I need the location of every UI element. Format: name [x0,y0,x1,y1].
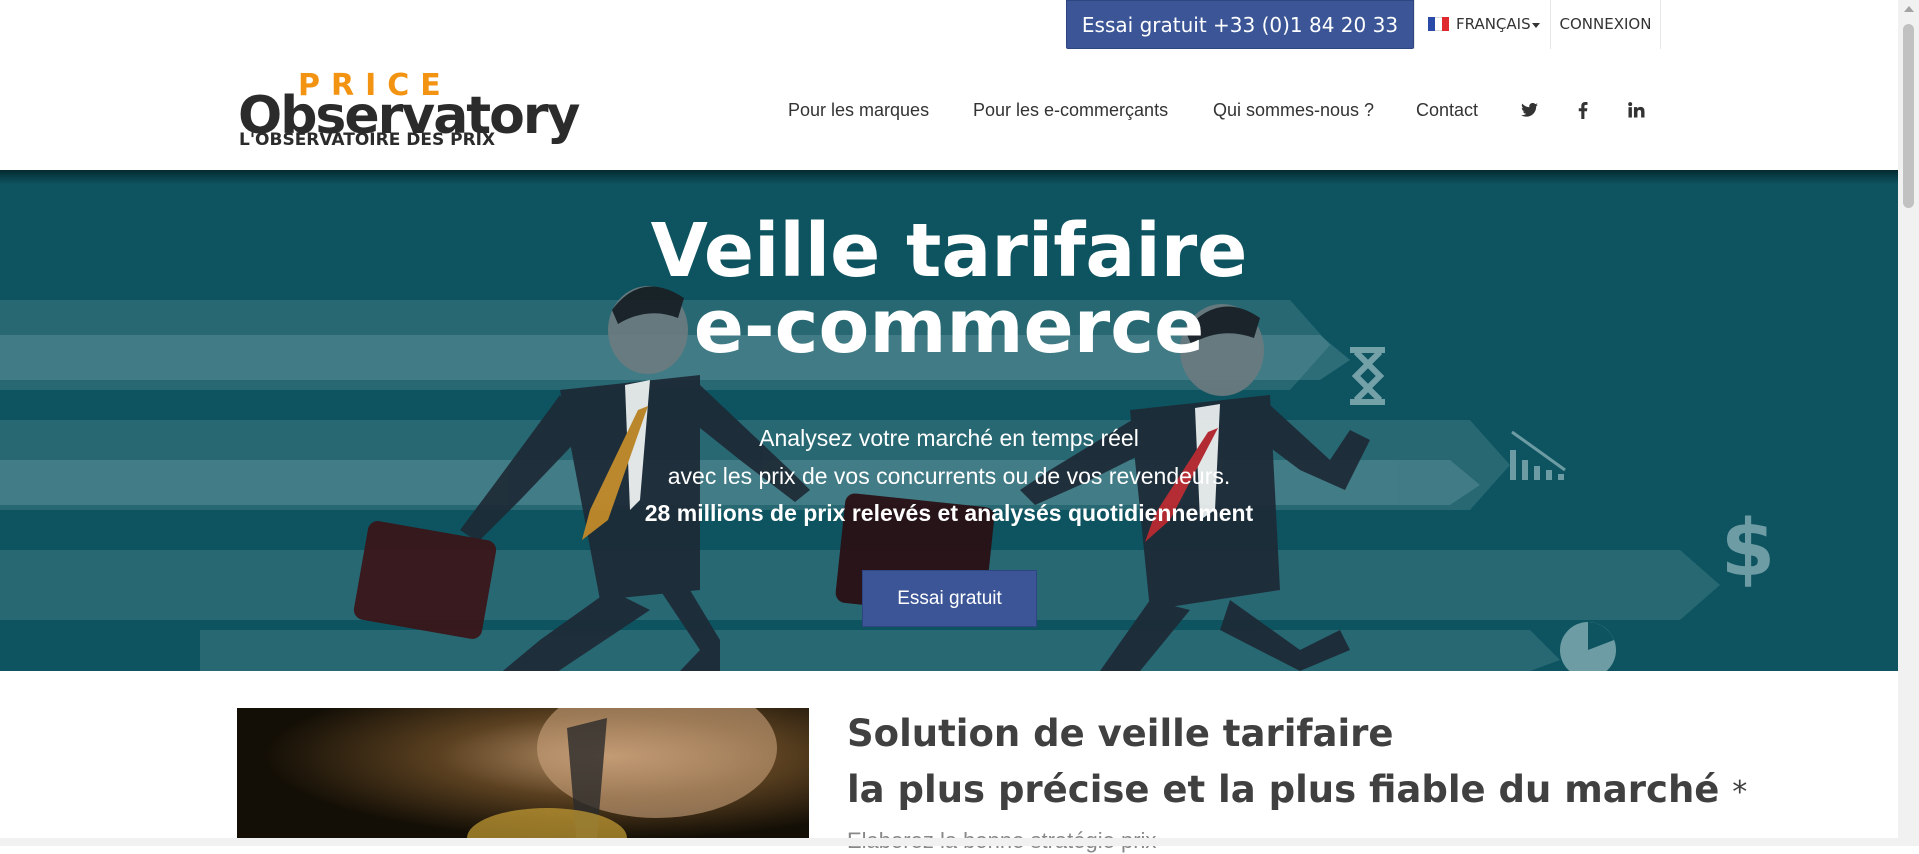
caret-down-icon [1532,23,1540,28]
hero-text-line3: 28 millions de prix relevés et analysés … [644,500,1254,526]
nav-item-retailers[interactable]: Pour les e-commerçants [973,50,1168,170]
free-trial-phone-button[interactable]: Essai gratuit +33 (0)1 84 20 33 05 [1066,0,1414,86]
scroll-thumb[interactable] [1903,24,1914,208]
pie-chart-icon [1560,622,1616,671]
hero-text-line2: avec les prix de vos concurrents ou de v… [667,463,1231,489]
logo-tagline: L'OBSERVATOIRE DES PRIX [239,130,496,150]
solution-title-line2-text: la plus précise et la plus fiable du mar… [847,768,1720,811]
free-trial-button[interactable]: Essai gratuit [862,570,1037,627]
facebook-icon[interactable] [1571,50,1595,170]
language-selector[interactable]: FRANÇAIS [1414,0,1551,49]
nav-item-about[interactable]: Qui sommes-nous ? [1213,50,1374,170]
french-flag-icon [1428,17,1449,31]
hero-title-line2: e-commerce [693,284,1205,370]
hero-top-shadow [0,170,1898,184]
twitter-icon[interactable] [1517,50,1541,170]
top-bar: Essai gratuit +33 (0)1 84 20 33 05 FRANÇ… [0,0,1898,86]
asterisk: * [1732,775,1748,810]
watch-repair-photo [237,708,809,846]
solution-title-line1: Solution de veille tarifaire [847,712,1394,755]
solution-title-line2: la plus précise et la plus fiable du mar… [847,768,1747,811]
price-observatory-logo[interactable]: PRICE Observatory L'OBSERVATOIRE DES PRI… [238,68,580,156]
vertical-scrollbar[interactable] [1898,0,1919,846]
login-link[interactable]: CONNEXION [1551,0,1661,49]
scroll-up-icon[interactable] [1904,6,1914,12]
hero-title-line1: Veille tarifaire [650,208,1248,294]
linkedin-icon[interactable] [1624,50,1648,170]
nav-item-brands[interactable]: Pour les marques [788,50,929,170]
language-label: FRANÇAIS [1456,15,1531,33]
hero-text-line1: Analysez votre marché en temps réel [759,425,1139,451]
horizontal-scrollbar[interactable] [0,838,1898,846]
nav-item-contact[interactable]: Contact [1416,50,1478,170]
